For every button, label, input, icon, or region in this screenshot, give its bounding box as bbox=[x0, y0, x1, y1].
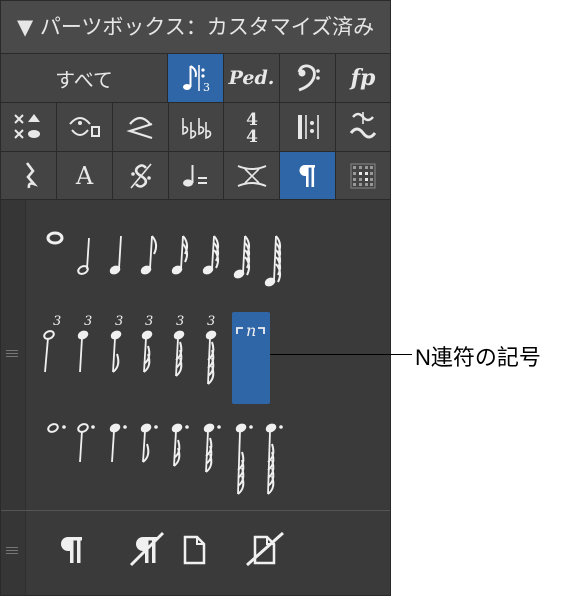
dotted-eighth-note-icon[interactable] bbox=[109, 423, 127, 463]
category-tuplet-button[interactable]: 3 bbox=[168, 54, 224, 102]
fp-dynamic-icon: fp bbox=[350, 65, 376, 91]
note-palette-gutter bbox=[1, 200, 26, 510]
eighth-note-icon[interactable] bbox=[140, 235, 158, 275]
category-all-label: すべて bbox=[55, 67, 113, 92]
category-notehead-button[interactable] bbox=[1, 103, 57, 151]
notehead-shapes-icon bbox=[13, 114, 40, 139]
half-note-icon[interactable] bbox=[77, 237, 90, 275]
parts-box-panel: ▼ パーツボックス：カスタマイズ済み すべて 3 Ped. fp 4 4 A 3… bbox=[0, 0, 391, 596]
tempo-icon bbox=[183, 165, 207, 187]
layout-palette bbox=[1, 510, 390, 595]
category-rest-button[interactable] bbox=[1, 152, 57, 200]
triplet-thirty-second-note-icon[interactable]: 3 bbox=[173, 314, 185, 377]
svg-text:n: n bbox=[246, 321, 256, 340]
dotted-thirty-second-note-icon[interactable] bbox=[171, 423, 189, 467]
svg-text:3: 3 bbox=[84, 314, 92, 329]
triplet-sixteenth-note-icon[interactable]: 3 bbox=[141, 314, 153, 373]
category-dynamics-button[interactable]: fp bbox=[336, 54, 390, 102]
tuplet-icon: 3 bbox=[182, 65, 210, 94]
page-break-icon[interactable] bbox=[183, 535, 206, 565]
triplet-eighth-note-icon[interactable]: 3 bbox=[110, 314, 123, 373]
flats-icon bbox=[182, 118, 212, 140]
category-lines-button[interactable] bbox=[224, 152, 280, 200]
category-row-3: A bbox=[1, 151, 390, 200]
dotted-sixteenth-note-icon[interactable] bbox=[140, 423, 158, 463]
quarter-note-icon[interactable] bbox=[109, 235, 122, 275]
category-time-signature-button[interactable]: 4 4 bbox=[224, 103, 280, 151]
svg-text:4: 4 bbox=[246, 127, 258, 145]
category-row-1: すべて 3 Ped. fp bbox=[1, 53, 390, 102]
hundred-twenty-eighth-note-icon[interactable] bbox=[264, 235, 282, 287]
resize-grip-icon[interactable] bbox=[6, 350, 18, 357]
dotted-quarter-note-icon[interactable] bbox=[77, 423, 95, 463]
repeat-barline-icon bbox=[297, 115, 319, 139]
sixteenth-note-icon[interactable] bbox=[171, 235, 189, 275]
triplet-sixty-fourth-note-icon[interactable]: 3 bbox=[205, 314, 217, 385]
text-icon: A bbox=[75, 162, 94, 190]
layout-symbols bbox=[61, 531, 284, 567]
category-tempo-button[interactable] bbox=[169, 152, 224, 200]
dotted-hundred-twenty-eighth-note-icon[interactable] bbox=[235, 423, 253, 495]
callout-line bbox=[270, 354, 412, 355]
parts-box-header[interactable]: ▼ パーツボックス：カスタマイズ済み bbox=[1, 1, 390, 53]
whole-note-icon[interactable] bbox=[46, 231, 64, 245]
pilcrow-icon bbox=[299, 165, 315, 187]
triplet-quarter-note-icon[interactable]: 3 bbox=[77, 314, 92, 373]
pedal-icon: Ped. bbox=[228, 67, 275, 89]
svg-text:3: 3 bbox=[53, 314, 61, 329]
triplet-half-note-icon[interactable]: 3 bbox=[43, 314, 61, 373]
no-system-break-icon[interactable] bbox=[129, 531, 165, 567]
category-pedal-button[interactable]: Ped. bbox=[224, 54, 280, 102]
category-all-button[interactable]: すべて bbox=[1, 54, 168, 102]
cross-lines-icon bbox=[237, 165, 266, 187]
hairpin-slur-icon bbox=[125, 116, 152, 140]
parts-box-title: ▼ パーツボックス：カスタマイズ済み bbox=[17, 15, 375, 39]
fermata-icon bbox=[68, 117, 100, 137]
note-palette-symbols: 3 3 3 3 3 3 n bbox=[43, 231, 283, 495]
no-page-break-icon[interactable] bbox=[246, 531, 284, 567]
category-fermata-button[interactable] bbox=[57, 103, 113, 151]
n-tuplet-symbol-icon[interactable]: n bbox=[236, 321, 265, 340]
category-text-button[interactable]: A bbox=[57, 152, 113, 200]
dotted-half-note-icon[interactable] bbox=[47, 423, 66, 434]
svg-text:3: 3 bbox=[203, 81, 210, 94]
time-signature-icon: 4 4 bbox=[246, 110, 258, 145]
sixty-fourth-note-icon[interactable] bbox=[233, 235, 251, 279]
category-row-2: 4 4 bbox=[1, 102, 390, 151]
resize-grip-icon[interactable] bbox=[6, 547, 18, 554]
thirty-second-note-icon[interactable] bbox=[202, 235, 220, 275]
category-layout-button[interactable] bbox=[280, 152, 336, 200]
segno-icon bbox=[129, 163, 152, 189]
svg-text:3: 3 bbox=[176, 314, 184, 329]
system-break-icon[interactable] bbox=[61, 537, 82, 563]
svg-text:3: 3 bbox=[145, 314, 153, 329]
category-clef-button[interactable] bbox=[280, 54, 336, 102]
bass-clef-icon bbox=[297, 64, 320, 92]
category-hairpin-button[interactable] bbox=[113, 103, 169, 151]
grid-icon bbox=[350, 163, 376, 189]
category-segno-button[interactable] bbox=[113, 152, 169, 200]
ornament-icon bbox=[349, 112, 377, 139]
dotted-two-hundred-fifty-sixth-note-icon[interactable] bbox=[265, 423, 283, 495]
svg-text:3: 3 bbox=[207, 314, 215, 329]
dotted-sixty-fourth-note-icon[interactable] bbox=[203, 423, 221, 473]
quarter-rest-icon bbox=[25, 162, 38, 189]
layout-palette-gutter bbox=[1, 511, 26, 595]
callout-label: N連符の記号 bbox=[415, 345, 541, 370]
category-key-signature-button[interactable] bbox=[169, 103, 224, 151]
category-ornament-button[interactable] bbox=[336, 103, 390, 151]
category-grid-button[interactable] bbox=[336, 152, 390, 200]
svg-text:3: 3 bbox=[115, 314, 123, 329]
category-barline-button[interactable] bbox=[280, 103, 336, 151]
